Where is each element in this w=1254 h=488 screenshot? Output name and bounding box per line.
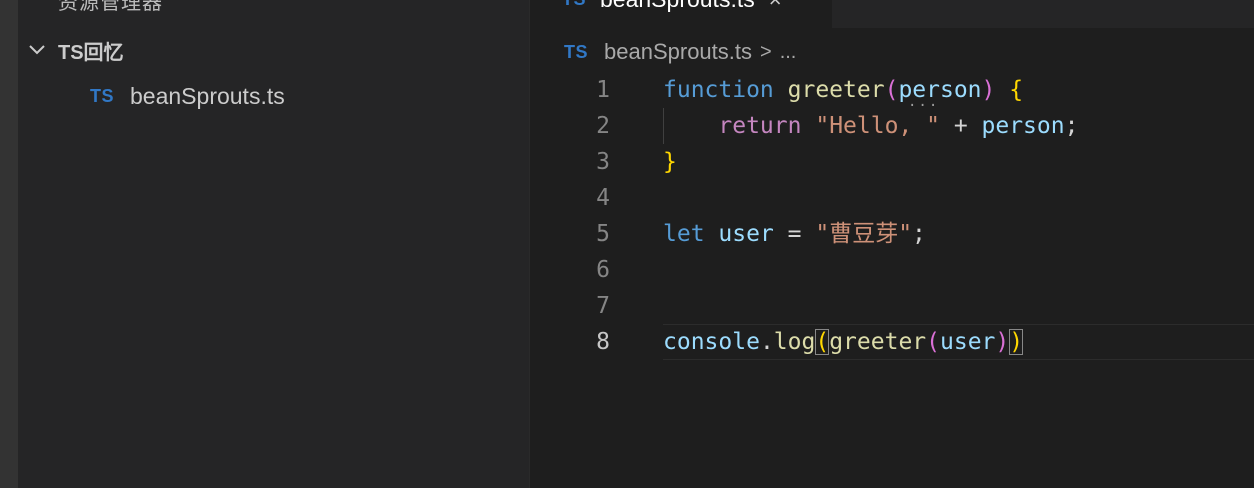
line-number: 8 — [596, 329, 610, 355]
folder-name: TS回忆 — [58, 41, 124, 64]
code-token: greeter — [787, 77, 885, 103]
code-token: . — [759, 329, 774, 355]
code-line[interactable]: 8 console.log(greeter(user)) — [530, 324, 1254, 360]
code-token: ( — [884, 77, 899, 103]
line-number: 1 — [596, 77, 610, 103]
code-token: return — [718, 113, 802, 139]
code-token: user — [718, 221, 774, 247]
explorer-sidebar: 资源管理器 TS回忆 TS beanSprouts.ts — [18, 0, 530, 488]
line-number: 7 — [596, 293, 610, 319]
code-text: function greeter(person) { — [663, 72, 1023, 108]
line-number: 5 — [596, 221, 610, 247]
code-token: console — [663, 329, 760, 355]
code-line[interactable]: 7 — [530, 288, 1254, 324]
code-token: user — [940, 329, 996, 355]
code-line[interactable]: 4 — [530, 180, 1254, 216]
code-token: = — [773, 221, 816, 247]
code-token: log — [773, 329, 816, 355]
breadcrumb-more[interactable]: ... — [780, 41, 797, 64]
code-token: let — [663, 221, 705, 247]
code-token: ) — [981, 77, 996, 103]
code-token: + — [939, 113, 982, 139]
line-number: 3 — [596, 149, 610, 175]
code-line[interactable]: 5 let user = "曹豆芽"; — [530, 216, 1254, 252]
line-number: 6 — [596, 257, 610, 283]
breadcrumb-file[interactable]: beanSprouts.ts — [604, 39, 752, 65]
code-line[interactable]: 2 return "Hello, " + person; — [530, 108, 1254, 144]
code-token: ; — [912, 221, 926, 247]
code-token: ) — [1009, 329, 1024, 355]
code-token: } — [663, 149, 677, 175]
tab-label: beanSprouts.ts — [600, 0, 755, 13]
code-text: let user = "曹豆芽"; — [663, 216, 926, 252]
code-token: "Hello, " — [815, 113, 940, 139]
tab-beansprouts[interactable]: TS beanSprouts.ts × — [530, 0, 832, 28]
typescript-file-icon: TS — [562, 0, 586, 10]
code-line[interactable]: 3} — [530, 144, 1254, 180]
code-token: person — [981, 113, 1065, 139]
line-number: 2 — [596, 113, 610, 139]
code-token: greeter — [829, 329, 927, 355]
line-number: 4 — [596, 185, 610, 211]
breadcrumb: TS beanSprouts.ts > ... — [564, 37, 796, 67]
activity-bar — [0, 0, 18, 488]
typescript-file-icon: TS — [90, 85, 115, 106]
typescript-file-icon: TS — [564, 41, 589, 62]
code-token: ( — [926, 329, 940, 355]
code-token: { — [1009, 77, 1024, 103]
folder-row[interactable]: TS回忆 — [18, 32, 529, 68]
explorer-title: 资源管理器 — [58, 0, 163, 14]
code-text: console.log(greeter(user)) — [663, 324, 1024, 360]
code-text: } — [663, 144, 677, 180]
code-token: "曹豆芽" — [815, 221, 913, 247]
code-text: return "Hello, " + person; — [663, 108, 1078, 144]
code-token: ; — [1064, 113, 1079, 139]
code-area[interactable]: 1 function greeter(person) {··· 2 return "… — [530, 72, 1254, 360]
file-item[interactable]: TS beanSprouts.ts — [18, 78, 529, 114]
code-token: function — [663, 77, 774, 103]
tab-bar: TS beanSprouts.ts × — [530, 0, 1254, 28]
code-token: ) — [995, 329, 1010, 355]
code-line[interactable]: 1 function greeter(person) {··· — [530, 72, 1254, 114]
code-line[interactable]: 6 — [530, 252, 1254, 288]
file-name: beanSprouts.ts — [130, 82, 285, 109]
chevron-right-icon: > — [760, 40, 772, 63]
editor: TS beanSprouts.ts × TS beanSprouts.ts > … — [530, 0, 1254, 488]
close-icon[interactable]: × — [769, 0, 782, 13]
chevron-down-icon[interactable] — [28, 41, 46, 59]
code-token: ( — [815, 329, 830, 355]
